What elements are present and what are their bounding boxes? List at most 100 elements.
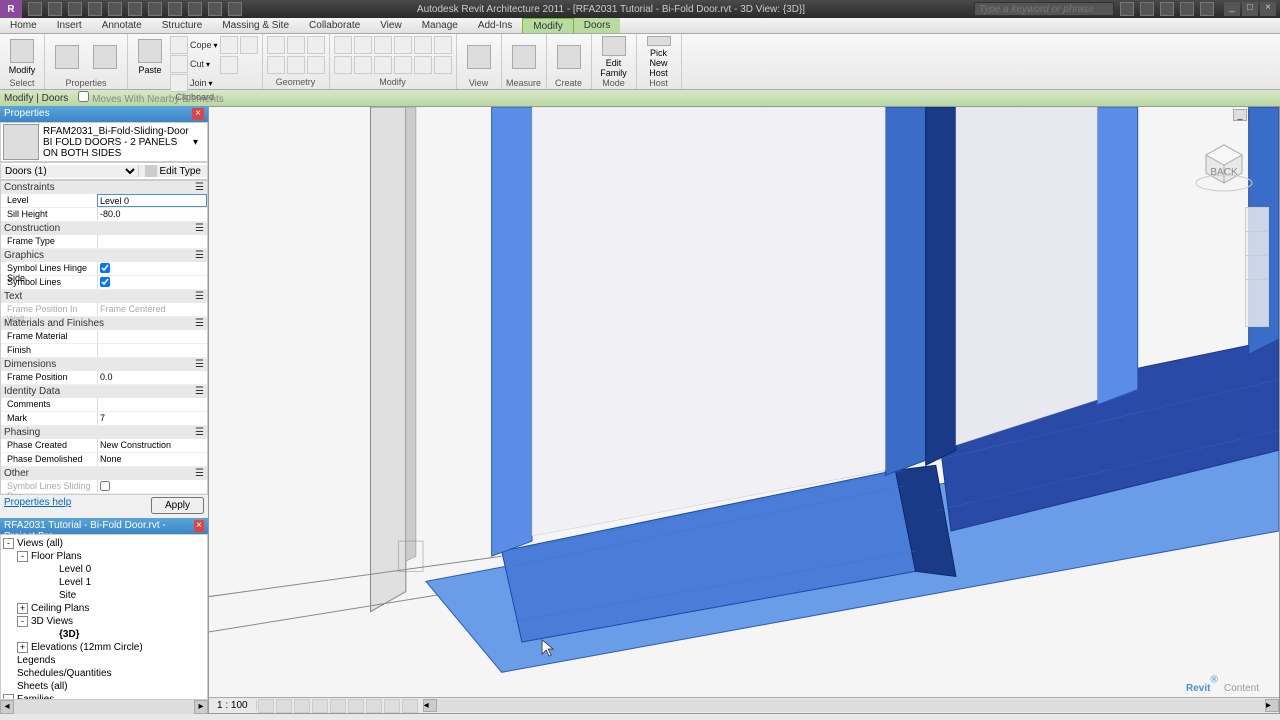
zoom-icon[interactable] [1246, 256, 1268, 280]
collapse-icon[interactable]: ☰ [195, 250, 204, 261]
app-menu-button[interactable]: R [0, 0, 22, 18]
delete-icon[interactable] [414, 56, 432, 74]
project-browser-header[interactable]: RFA2031 Tutorial - Bi-Fold Door.rvt - Pr… [0, 518, 208, 534]
minimize-button[interactable]: _ [1224, 2, 1240, 16]
collapse-icon[interactable]: ☰ [195, 291, 204, 302]
modify-button[interactable]: Modify [4, 36, 40, 78]
cut-icon[interactable] [220, 36, 238, 54]
ribbon-tab-massing-site[interactable]: Massing & Site [212, 18, 299, 33]
rendering-icon[interactable] [330, 699, 346, 713]
collapse-icon[interactable]: ☰ [195, 427, 204, 438]
g3-icon[interactable] [307, 36, 325, 54]
prop-value[interactable] [97, 276, 207, 289]
prop-category-phasing[interactable]: Phasing☰ [1, 426, 207, 439]
tree-item-site[interactable]: Site [3, 589, 205, 602]
visual-style-icon[interactable] [276, 699, 292, 713]
prop-value[interactable] [97, 344, 207, 357]
tree-item-floor-plans[interactable]: -Floor Plans [3, 550, 205, 563]
tree-item-views-all-[interactable]: -Views (all) [3, 537, 205, 550]
scroll-left-button[interactable]: ◂ [0, 700, 14, 714]
collapse-icon[interactable]: - [17, 616, 28, 627]
offset-icon[interactable] [374, 56, 392, 74]
scroll-track[interactable] [14, 700, 194, 714]
g4-icon[interactable] [267, 56, 285, 74]
type-button[interactable] [87, 36, 123, 78]
move-icon[interactable] [334, 36, 352, 54]
navigation-bar[interactable] [1245, 207, 1269, 327]
g2-icon[interactable] [287, 36, 305, 54]
expand-icon[interactable]: + [17, 603, 28, 614]
properties-header[interactable]: Properties × [0, 106, 208, 122]
prop-value[interactable] [97, 330, 207, 343]
unlock-view-icon[interactable] [384, 699, 400, 713]
copy-icon[interactable] [354, 36, 372, 54]
prop-category-other[interactable]: Other☰ [1, 467, 207, 480]
create-button[interactable] [551, 36, 587, 78]
view3d-icon[interactable] [188, 2, 202, 16]
prop-value[interactable] [97, 262, 207, 275]
copy-icon[interactable] [240, 36, 258, 54]
prop-category-dimensions[interactable]: Dimensions☰ [1, 358, 207, 371]
scale-icon[interactable] [434, 56, 452, 74]
collapse-icon[interactable]: ☰ [195, 359, 204, 370]
cope-icon[interactable] [170, 36, 188, 54]
detail-level-icon[interactable] [258, 699, 274, 713]
properties-help-link[interactable]: Properties help [4, 497, 71, 514]
comm-icon[interactable] [1160, 2, 1174, 16]
prop-category-materials-and-finishes[interactable]: Materials and Finishes☰ [1, 317, 207, 330]
type-selector[interactable]: RFAM2031_Bi-Fold-Sliding-Door BI FOLD DO… [0, 122, 208, 162]
prop-category-identity-data[interactable]: Identity Data☰ [1, 385, 207, 398]
star-icon[interactable] [1180, 2, 1194, 16]
moves-nearby-checkbox[interactable] [78, 91, 89, 102]
tree-item-elevations-12mm-circle-[interactable]: +Elevations (12mm Circle) [3, 641, 205, 654]
collapse-icon[interactable]: ☰ [195, 386, 204, 397]
crop-region-icon[interactable] [366, 699, 382, 713]
prop-input[interactable] [100, 196, 204, 206]
tree-item-families[interactable]: -Families [3, 693, 205, 700]
text-icon[interactable] [148, 2, 162, 16]
prop-category-graphics[interactable]: Graphics☰ [1, 249, 207, 262]
key-icon[interactable] [1140, 2, 1154, 16]
prop-value[interactable]: New Construction [97, 439, 207, 452]
viewcube[interactable]: BACK [1189, 127, 1259, 197]
ribbon-tab-add-ins[interactable]: Add-Ins [468, 18, 522, 33]
props-button[interactable] [49, 36, 85, 78]
prop-value[interactable]: -80.0 [97, 208, 207, 221]
crop-view-icon[interactable] [348, 699, 364, 713]
trim-icon[interactable] [354, 56, 372, 74]
undo-icon[interactable] [68, 2, 82, 16]
ribbon-tab-home[interactable]: Home [0, 18, 47, 33]
save-icon[interactable] [48, 2, 62, 16]
collapse-icon[interactable]: ☰ [195, 223, 204, 234]
prop-value[interactable]: None [97, 453, 207, 466]
prop-value[interactable] [97, 480, 207, 493]
ribbon-tab-doors[interactable]: Doors [574, 18, 621, 33]
viewport-3d[interactable]: _ □ × [208, 106, 1280, 714]
edit-family-button[interactable]: Edit Family [596, 36, 632, 78]
moves-nearby-option[interactable]: Moves With Nearby Elements [78, 91, 224, 105]
expand-icon[interactable]: + [17, 642, 28, 653]
prop-category-text[interactable]: Text☰ [1, 290, 207, 303]
collapse-icon[interactable]: ☰ [195, 318, 204, 329]
prop-value[interactable] [97, 235, 207, 248]
split-icon[interactable] [334, 56, 352, 74]
collapse-icon[interactable]: - [3, 538, 14, 549]
ribbon-tab-modify[interactable]: Modify [522, 18, 573, 33]
selection-filter-dropdown[interactable]: Doors (1) [1, 165, 138, 178]
close-button[interactable]: × [1260, 2, 1276, 16]
ribbon-tab-insert[interactable]: Insert [47, 18, 92, 33]
array-icon[interactable] [414, 36, 432, 54]
prop-category-constraints[interactable]: Constraints☰ [1, 181, 207, 194]
tree-item--3d-[interactable]: {3D} [3, 628, 205, 641]
ribbon-tab-annotate[interactable]: Annotate [92, 18, 152, 33]
prop-checkbox[interactable] [100, 277, 110, 287]
prop-checkbox[interactable] [100, 263, 110, 273]
pin-icon[interactable] [394, 56, 412, 74]
maximize-button[interactable]: □ [1242, 2, 1258, 16]
temp-hide-icon[interactable] [402, 699, 418, 713]
measure-icon[interactable] [128, 2, 142, 16]
collapse-icon[interactable]: ☰ [195, 468, 204, 479]
pan-icon[interactable] [1246, 232, 1268, 256]
tree-item-schedules-quantities[interactable]: Schedules/Quantities [3, 667, 205, 680]
view-button[interactable] [461, 36, 497, 78]
